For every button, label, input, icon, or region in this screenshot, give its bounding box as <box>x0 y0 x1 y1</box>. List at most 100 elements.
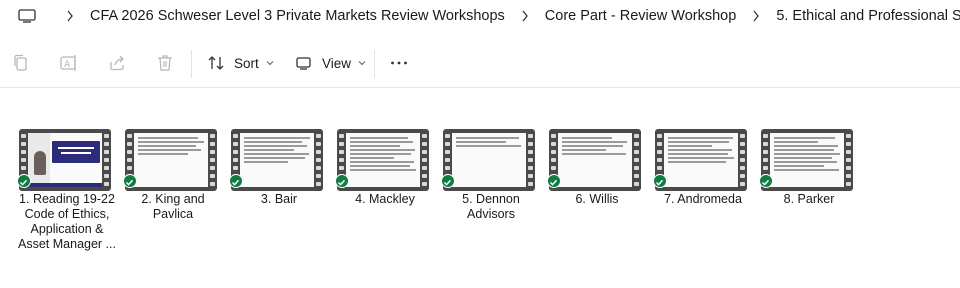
film-perforation <box>846 142 851 146</box>
film-perforation <box>528 158 533 162</box>
toolbar-divider <box>374 50 375 78</box>
film-perforation <box>528 134 533 138</box>
video-thumbnail <box>655 129 747 191</box>
film-perforation <box>422 182 427 186</box>
computer-icon[interactable] <box>18 9 36 23</box>
file-grid: 1. Reading 19-22 Code of Ethics, Applica… <box>0 126 960 288</box>
sort-button[interactable]: Sort <box>207 50 274 76</box>
text-line <box>244 161 288 163</box>
breadcrumb-item-workshops[interactable]: CFA 2026 Schweser Level 3 Private Market… <box>86 8 509 24</box>
text-line <box>138 137 198 139</box>
film-perforation <box>846 174 851 178</box>
film-perforation <box>127 134 132 138</box>
text-line <box>244 149 294 151</box>
film-perforation <box>316 142 321 146</box>
film-perforation <box>422 158 427 162</box>
more-options-icon[interactable] <box>389 53 409 73</box>
chevron-right-icon[interactable] <box>521 10 529 22</box>
chevron-right-icon[interactable] <box>752 10 760 22</box>
text-line <box>562 141 627 143</box>
film-perforation <box>657 150 662 154</box>
film-perforation <box>316 158 321 162</box>
film-perforation <box>657 158 662 162</box>
film-perforation <box>422 142 427 146</box>
share-icon[interactable] <box>107 53 127 73</box>
synced-check-icon <box>759 174 773 188</box>
text-line <box>668 145 712 147</box>
text-line <box>774 169 839 171</box>
text-line <box>138 153 188 155</box>
text-line <box>774 141 818 143</box>
film-perforation <box>846 182 851 186</box>
film-perforation <box>763 150 768 154</box>
film-perforation <box>316 150 321 154</box>
film-perforation <box>551 142 556 146</box>
film-perforation <box>104 134 109 138</box>
film-perforation <box>422 134 427 138</box>
breadcrumb-item-ethical-standards[interactable]: 5. Ethical and Professional Standards <box>772 8 960 24</box>
text-line <box>350 149 415 151</box>
film-perforation <box>316 134 321 138</box>
text-line <box>350 153 411 155</box>
chevron-right-icon[interactable] <box>66 10 74 22</box>
video-thumbnail <box>125 129 217 191</box>
film-perforation <box>445 166 450 170</box>
film-perforation <box>740 158 745 162</box>
film-perforation <box>127 142 132 146</box>
command-bar: A Sort View <box>0 38 960 88</box>
video-thumbnail <box>337 129 429 191</box>
film-perforation <box>634 174 639 178</box>
text-line <box>668 137 733 139</box>
text-line <box>774 145 838 147</box>
rename-icon[interactable]: A <box>59 53 79 73</box>
text-line <box>774 149 834 151</box>
file-name: 3. Bair <box>260 192 298 206</box>
text-line <box>774 157 832 159</box>
film-perforation <box>21 158 26 162</box>
toolbar-divider <box>191 50 192 78</box>
text-line <box>668 153 728 155</box>
film-perforation <box>634 182 639 186</box>
film-perforation <box>104 158 109 162</box>
view-label: View <box>322 55 352 71</box>
film-perforation <box>233 134 238 138</box>
breadcrumb: CFA 2026 Schweser Level 3 Private Market… <box>0 0 960 32</box>
film-perforation <box>233 166 238 170</box>
synced-check-icon <box>17 174 31 188</box>
film-perforation <box>210 182 215 186</box>
text-line <box>350 161 414 163</box>
film-perforation <box>634 158 639 162</box>
text-line <box>668 149 732 151</box>
text-line <box>138 141 204 143</box>
film-perforation <box>740 166 745 170</box>
film-perforation <box>21 166 26 170</box>
film-perforation <box>551 166 556 170</box>
text-line <box>774 161 837 163</box>
sort-label: Sort <box>234 55 259 71</box>
film-perforation <box>846 166 851 170</box>
film-perforation <box>339 134 344 138</box>
film-perforation <box>551 134 556 138</box>
text-line <box>562 149 606 151</box>
copy-icon[interactable] <box>11 53 31 73</box>
chevron-down-icon <box>266 61 274 66</box>
film-perforation <box>551 158 556 162</box>
film-perforation <box>316 174 321 178</box>
text-line <box>244 145 307 147</box>
film-perforation <box>233 142 238 146</box>
view-button[interactable]: View <box>295 50 366 76</box>
film-perforation <box>210 150 215 154</box>
text-line <box>456 137 519 139</box>
film-perforation <box>528 142 533 146</box>
film-perforation <box>127 166 132 170</box>
film-perforation <box>846 158 851 162</box>
film-perforation <box>634 166 639 170</box>
film-perforation <box>528 150 533 154</box>
film-perforation <box>740 134 745 138</box>
text-line <box>350 145 400 147</box>
film-perforation <box>233 150 238 154</box>
text-line <box>244 153 309 155</box>
delete-icon[interactable] <box>155 53 175 73</box>
breadcrumb-item-core-part[interactable]: Core Part - Review Workshop <box>541 8 741 24</box>
film-perforation <box>339 158 344 162</box>
